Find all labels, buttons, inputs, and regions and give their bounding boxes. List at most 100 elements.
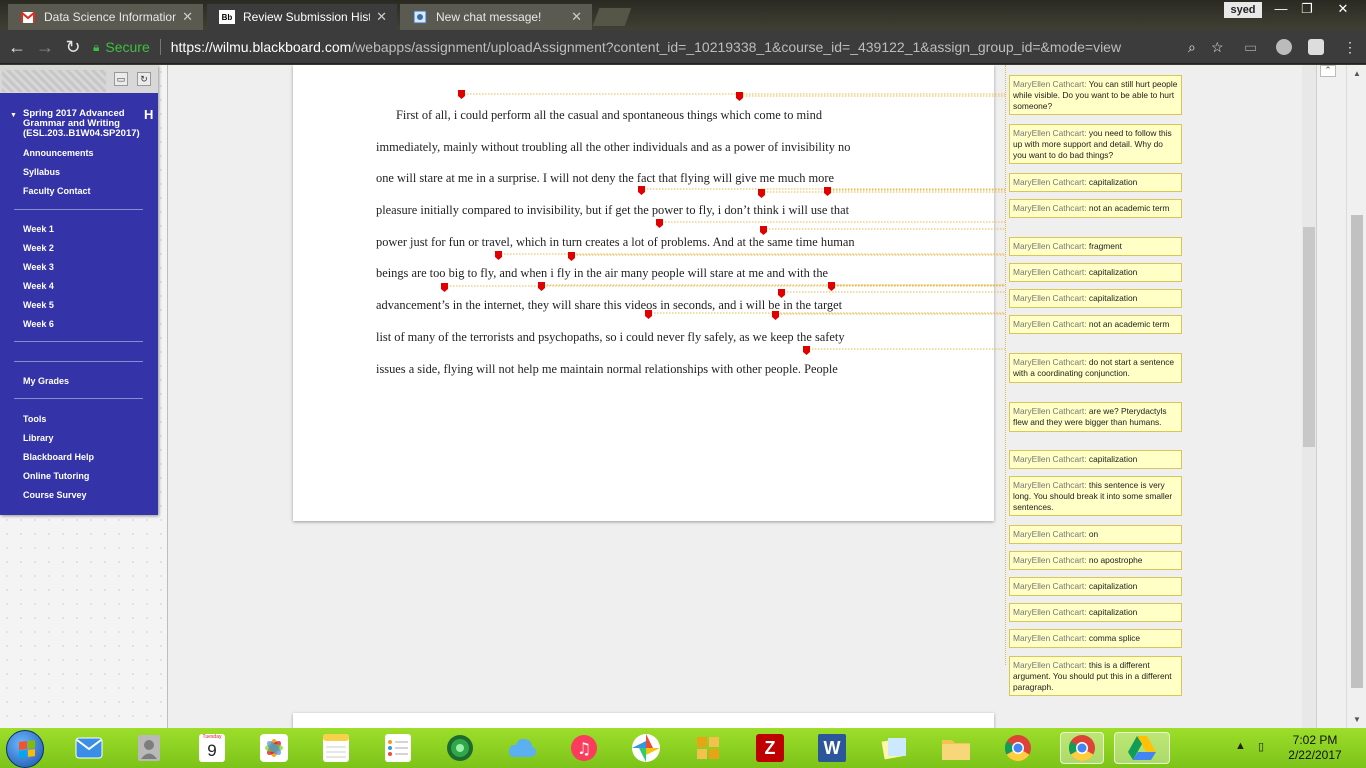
annotation-comment[interactable]: MaryEllen Cathcart: not an academic term [1009, 315, 1182, 334]
annotation-comment[interactable]: MaryEllen Cathcart: capitalization [1009, 263, 1182, 282]
annotation-comment[interactable]: MaryEllen Cathcart: this is a different … [1009, 656, 1182, 697]
clock-time: 7:02 PM [1292, 733, 1338, 747]
scroll-down-arrow-icon[interactable]: ▼ [1350, 715, 1364, 724]
lock-icon: 🔒︎ [93, 39, 100, 54]
notes-icon[interactable] [319, 732, 353, 764]
puzzle-icon[interactable] [691, 732, 725, 764]
annotation-comment[interactable]: MaryEllen Cathcart: capitalization [1009, 603, 1182, 622]
reminders-icon[interactable] [381, 732, 415, 764]
minimize-icon[interactable]: — [1268, 0, 1294, 18]
drive-icon[interactable] [1114, 732, 1170, 764]
icloud-drive-icon[interactable] [505, 732, 539, 764]
tab-new-chat[interactable]: New chat message! ✕ [400, 4, 592, 30]
show-hidden-icons-icon[interactable]: ▲ [1235, 740, 1246, 752]
clock-date: 2/22/2017 [1288, 748, 1342, 762]
annotation-comment[interactable]: MaryEllen Cathcart: do not start a sente… [1009, 353, 1182, 383]
annotation-comment[interactable]: MaryEllen Cathcart: not an academic term [1009, 199, 1182, 218]
tab-data-science[interactable]: Data Science Information ✕ [8, 4, 203, 30]
address-toolbar: ← → ↻ 🔒︎ Secure https://wilmu.blackboard… [0, 30, 1366, 64]
battery-icon[interactable]: ▯ [1258, 740, 1264, 753]
chevron-up-icon[interactable]: ⌃ [1320, 65, 1336, 77]
page-content: ▭ ↻ ▼ Spring 2017 Advanced Grammar and W… [0, 65, 1366, 728]
annotation-marker [495, 251, 502, 260]
chrome-icon[interactable] [1001, 732, 1035, 764]
annotation-marker [568, 252, 575, 261]
forward-arrow-icon[interactable]: → [34, 36, 56, 58]
reload-icon[interactable]: ↻ [62, 36, 84, 58]
restore-icon[interactable]: ❐ [1294, 0, 1320, 18]
address-bar[interactable]: 🔒︎ Secure https://wilmu.blackboard.com/w… [93, 34, 1235, 60]
system-clock[interactable]: 7:02 PM 2/22/2017 [1275, 733, 1355, 763]
annotation-overlay [441, 90, 1005, 355]
sticky-notes-icon[interactable] [877, 732, 911, 764]
bookmark-star-icon[interactable]: ☆ [1211, 39, 1224, 56]
url-path: /webapps/assignment/uploadAssignment?con… [351, 39, 1122, 55]
gmail-icon [20, 10, 36, 24]
annotation-comment[interactable]: MaryEllen Cathcart: this sentence is ver… [1009, 476, 1182, 517]
extension-icon[interactable] [1308, 39, 1324, 55]
annotation-comment[interactable]: MaryEllen Cathcart: capitalization [1009, 577, 1182, 596]
extension-icon[interactable] [1276, 39, 1292, 55]
find-my-icon[interactable] [443, 732, 477, 764]
annotation-comment[interactable]: MaryEllen Cathcart: on [1009, 525, 1182, 544]
scroll-up-arrow-icon[interactable]: ▲ [1350, 69, 1364, 78]
close-icon[interactable]: ✕ [571, 9, 582, 25]
annotation-comment[interactable]: MaryEllen Cathcart: capitalization [1009, 173, 1182, 192]
tab-review-submission[interactable]: Bb Review Submission Histo ✕ [207, 4, 397, 30]
tab-title: Review Submission Histo [243, 10, 371, 24]
annotation-comment[interactable]: MaryEllen Cathcart: are we? Pterydactyls… [1009, 402, 1182, 432]
filezilla-icon[interactable]: Z [753, 732, 787, 764]
window-close-icon[interactable]: ✕ [1326, 0, 1360, 18]
menu-dots-icon[interactable]: ⋮ [1343, 39, 1357, 56]
annotation-marker [736, 92, 743, 101]
annotation-marker [828, 282, 835, 291]
annotation-comment[interactable]: MaryEllen Cathcart: comma splice [1009, 629, 1182, 648]
word-icon[interactable]: W [815, 732, 849, 764]
annotation-marker [758, 189, 765, 198]
annotation-marker [645, 310, 652, 319]
profile-button[interactable]: syed [1224, 2, 1262, 18]
annotation-marker [778, 289, 785, 298]
svg-text:♫: ♫ [577, 739, 591, 758]
chat-icon [412, 10, 428, 24]
contacts-icon[interactable] [132, 732, 166, 764]
annotation-marker [441, 283, 448, 292]
annotation-marker [458, 90, 465, 99]
calendar-icon[interactable]: Tuesday 9 [195, 732, 229, 764]
picasa-icon[interactable] [629, 732, 663, 764]
annotation-marker [803, 346, 810, 355]
annotation-marker [772, 311, 779, 320]
annotation-comment[interactable]: MaryEllen Cathcart: you need to follow t… [1009, 124, 1182, 165]
annotation-marker [638, 186, 645, 195]
windows-taskbar: Tuesday 9 ♫ Z W ▲ ▯ 7:02 PM 2/22/2017 [0, 728, 1366, 768]
cast-icon[interactable]: ▭ [1244, 39, 1257, 56]
annotation-marker [824, 187, 831, 196]
mail-icon[interactable] [72, 732, 106, 764]
browser-tab-strip: Data Science Information ✕ Bb Review Sub… [0, 0, 1366, 30]
url-text: https://wilmu.blackboard.com/webapps/ass… [171, 39, 1121, 55]
new-tab-button[interactable] [592, 8, 632, 26]
music-icon[interactable]: ♫ [567, 732, 601, 764]
page-scrollbar-thumb[interactable] [1351, 215, 1363, 688]
annotation-comment[interactable]: MaryEllen Cathcart: You can still hurt p… [1009, 75, 1182, 116]
close-icon[interactable]: ✕ [376, 9, 387, 25]
start-button[interactable] [6, 730, 44, 768]
annotation-comment[interactable]: MaryEllen Cathcart: no apostrophe [1009, 551, 1182, 570]
viewer-scrollbar-thumb[interactable] [1303, 227, 1315, 447]
annotation-leader-lines [444, 93, 1005, 350]
windows-logo-icon [19, 740, 35, 758]
tab-title: New chat message! [436, 10, 542, 24]
annotation-markers [441, 90, 835, 355]
annotation-marker [656, 219, 663, 228]
search-icon[interactable]: ⌕ [1188, 39, 1196, 56]
annotation-comment[interactable]: MaryEllen Cathcart: capitalization [1009, 450, 1182, 469]
close-icon[interactable]: ✕ [182, 9, 193, 25]
back-arrow-icon[interactable]: ← [6, 36, 28, 58]
annotation-comment[interactable]: MaryEllen Cathcart: capitalization [1009, 289, 1182, 308]
annotation-marker [538, 282, 545, 291]
chrome-active-icon[interactable] [1060, 732, 1104, 764]
file-explorer-icon[interactable] [939, 732, 973, 764]
url-host: https://wilmu.blackboard.com [170, 39, 352, 55]
annotation-comment[interactable]: MaryEllen Cathcart: fragment [1009, 237, 1182, 256]
photos-icon[interactable] [257, 732, 291, 764]
